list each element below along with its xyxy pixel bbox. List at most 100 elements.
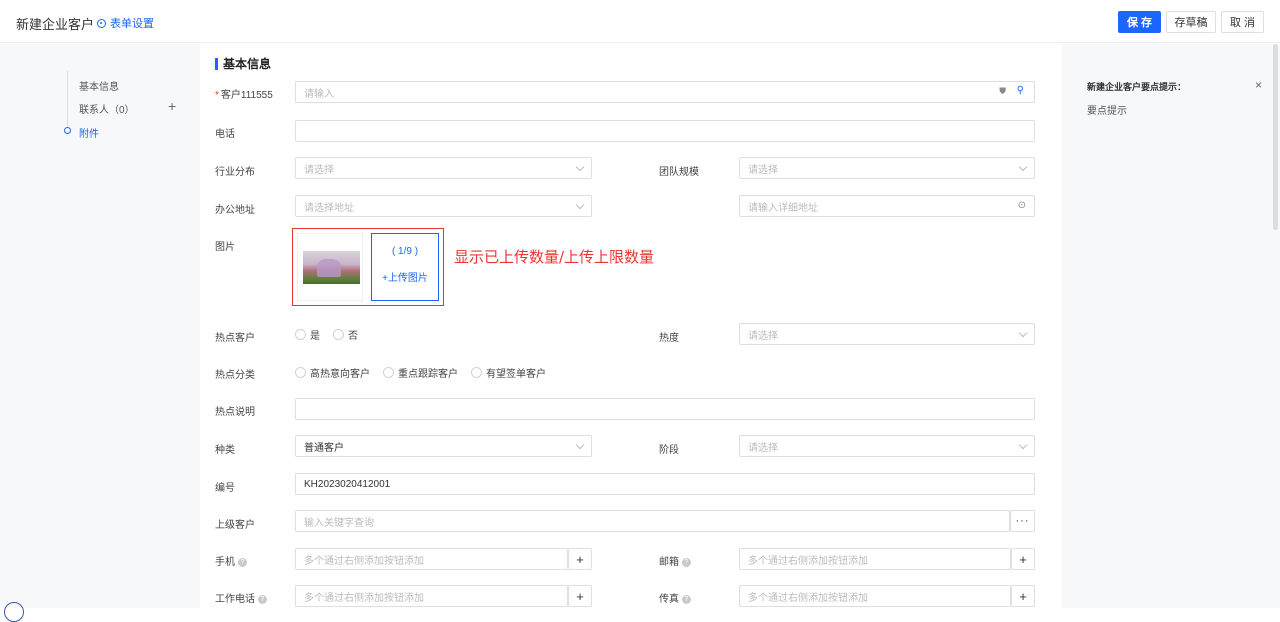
save-draft-button[interactable]: 存草稿: [1166, 11, 1216, 33]
upload-image-button[interactable]: ( 1/9 ) +上传图片: [371, 233, 439, 301]
help-icon[interactable]: ?: [238, 557, 247, 567]
form-settings-label: 表单设置: [110, 18, 154, 30]
stage-select[interactable]: 请选择: [739, 435, 1035, 457]
work-phone-placeholder: 多个通过右侧添加按钮添加: [304, 592, 424, 604]
chevron-down-icon: [575, 200, 585, 210]
section-bar: [215, 57, 218, 70]
help-icon[interactable]: ?: [258, 594, 267, 604]
close-icon[interactable]: ×: [1255, 78, 1262, 92]
office-detail-input[interactable]: 请输入详细地址 ⊙: [739, 195, 1035, 217]
uploaded-image: [303, 251, 360, 284]
radio-circle: [295, 367, 306, 378]
parent-input[interactable]: 输入关键字查询: [295, 510, 1010, 532]
radio-likely-sign[interactable]: 有望签单客户: [471, 365, 546, 380]
nav-item-basic-info[interactable]: 基本信息: [79, 78, 119, 93]
search-icon[interactable]: ⚲: [1017, 85, 1024, 96]
help-float-icon[interactable]: [4, 602, 24, 622]
kind-value: 普通客户: [304, 442, 344, 454]
office-label: 办公地址: [215, 205, 255, 216]
cancel-button[interactable]: 取 消: [1221, 11, 1264, 33]
fax-label-text: 传真: [659, 594, 679, 605]
kind-select[interactable]: 普通客户: [295, 435, 592, 457]
radio-key-tracking-label: 重点跟踪客户: [398, 369, 458, 380]
nav-timeline: [67, 71, 68, 127]
add-mobile-button[interactable]: +: [568, 548, 592, 570]
customer-label-text: 客户111555: [220, 90, 273, 101]
fax-input[interactable]: 多个通过右侧添加按钮添加: [739, 585, 1011, 607]
mobile-input[interactable]: 多个通过右侧添加按钮添加: [295, 548, 568, 570]
work-phone-label: 工作电话?: [215, 590, 267, 605]
number-value: KH2023020412001: [304, 478, 391, 490]
parent-label: 上级客户: [215, 520, 255, 531]
hot-desc-input[interactable]: [295, 398, 1035, 420]
save-button[interactable]: 保 存: [1118, 11, 1161, 33]
team-size-label: 团队规模: [659, 167, 699, 178]
email-placeholder: 多个通过右侧添加按钮添加: [748, 555, 868, 567]
left-nav: [0, 44, 200, 608]
radio-circle: [295, 329, 306, 340]
parent-placeholder: 输入关键字查询: [304, 517, 374, 529]
heat-label: 热度: [659, 333, 679, 344]
upload-annotation: 显示已上传数量/上传上限数量: [454, 248, 655, 266]
heat-placeholder: 请选择: [748, 330, 778, 342]
radio-yes-label: 是: [310, 331, 320, 342]
chevron-down-icon: [575, 440, 585, 450]
section-title-text: 基本信息: [223, 57, 272, 71]
tips-body: 要点提示: [1087, 106, 1127, 117]
fax-placeholder: 多个通过右侧添加按钮添加: [748, 592, 868, 604]
team-size-select[interactable]: 请选择: [739, 157, 1035, 179]
phone-input[interactable]: [295, 120, 1035, 142]
stage-placeholder: 请选择: [748, 442, 778, 454]
chevron-down-icon: [1018, 328, 1028, 338]
image-label: 图片: [215, 242, 235, 253]
radio-circle: [471, 367, 482, 378]
work-phone-label-text: 工作电话: [215, 594, 255, 605]
phone-label: 电话: [215, 129, 235, 140]
customer-input[interactable]: 请输入 ⛊ ⚲: [295, 81, 1035, 103]
office-address-select[interactable]: 请选择地址: [295, 195, 592, 217]
radio-key-tracking[interactable]: 重点跟踪客户: [383, 365, 458, 380]
parent-more-button[interactable]: ···: [1010, 510, 1035, 532]
stage-label: 阶段: [659, 445, 679, 456]
nav-active-dot: [64, 127, 71, 134]
office-placeholder: 请选择地址: [304, 202, 354, 214]
email-label-text: 邮箱: [659, 557, 679, 568]
mobile-label: 手机?: [215, 553, 247, 568]
add-work-phone-button[interactable]: +: [568, 585, 592, 607]
radio-no[interactable]: 否: [333, 327, 358, 342]
mobile-placeholder: 多个通过右侧添加按钮添加: [304, 555, 424, 567]
radio-yes[interactable]: 是: [295, 327, 320, 342]
email-input[interactable]: 多个通过右侧添加按钮添加: [739, 548, 1011, 570]
form-settings-link[interactable]: 表单设置: [97, 15, 154, 31]
tips-panel: [1062, 44, 1280, 608]
help-icon[interactable]: ?: [682, 557, 691, 567]
location-pin-icon[interactable]: ⊙: [1018, 200, 1026, 211]
uploaded-image-thumb[interactable]: [297, 233, 363, 301]
number-input[interactable]: KH2023020412001: [295, 473, 1035, 495]
industry-select[interactable]: 请选择: [295, 157, 592, 179]
fax-label: 传真?: [659, 590, 691, 605]
page-title: 新建企业客户: [16, 17, 95, 32]
scrollbar[interactable]: [1273, 44, 1278, 230]
radio-circle: [333, 329, 344, 340]
help-icon[interactable]: ?: [682, 594, 691, 604]
add-email-button[interactable]: +: [1011, 548, 1035, 570]
shield-icon[interactable]: ⛊: [999, 86, 1006, 97]
hot-customer-label: 热点客户: [215, 333, 255, 344]
add-contact-icon[interactable]: +: [168, 99, 176, 113]
nav-item-contacts[interactable]: 联系人（0）: [79, 101, 135, 116]
nav-item-attachments[interactable]: 附件: [79, 125, 99, 140]
industry-label: 行业分布: [215, 167, 255, 178]
team-size-placeholder: 请选择: [748, 164, 778, 176]
top-bar: 新建企业客户 表单设置 保 存 存草稿 取 消: [0, 0, 1280, 43]
hot-category-radios: 高热意向客户 重点跟踪客户 有望签单客户: [295, 365, 554, 380]
industry-placeholder: 请选择: [304, 164, 334, 176]
radio-high-intent[interactable]: 高热意向客户: [295, 365, 370, 380]
add-fax-button[interactable]: +: [1011, 585, 1035, 607]
work-phone-input[interactable]: 多个通过右侧添加按钮添加: [295, 585, 568, 607]
upload-label: +上传图片: [382, 273, 428, 284]
heat-select[interactable]: 请选择: [739, 323, 1035, 345]
required-mark: *: [215, 90, 219, 101]
hot-desc-label: 热点说明: [215, 407, 255, 418]
radio-high-intent-label: 高热意向客户: [310, 369, 370, 380]
